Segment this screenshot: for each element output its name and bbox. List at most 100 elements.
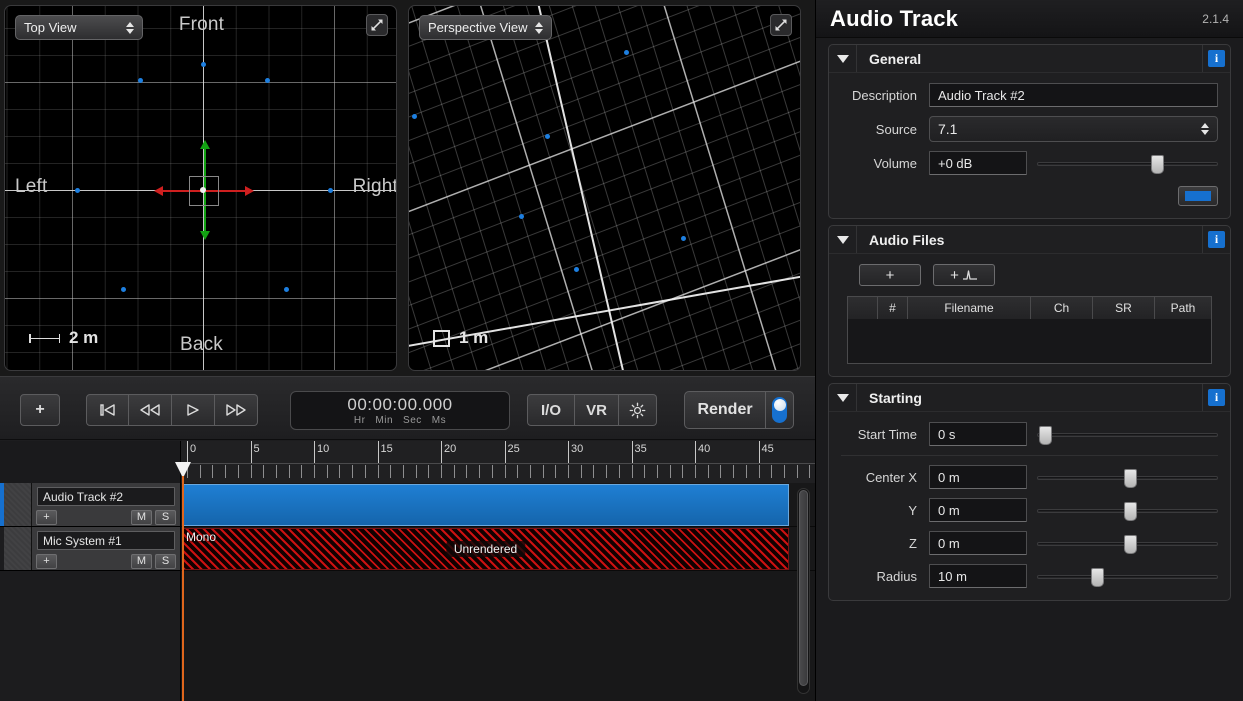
timeline-vertical-scrollbar[interactable] [797,488,810,694]
slider-knob[interactable] [1091,568,1105,587]
ruler-minor-tick [466,465,468,478]
slider-knob[interactable] [1038,426,1052,445]
viewport-top-view[interactable]: Front Back Left Right 2 m Top View [4,5,397,371]
ruler-minor-tick [580,465,582,478]
collapse-toggle-general[interactable] [829,45,857,72]
speaker-point[interactable] [264,77,270,83]
radius-input[interactable]: 10 m [929,564,1027,588]
timeline-ruler[interactable]: 0 5 10 15 20 25 30 35 40 45 [181,441,815,483]
speaker-point[interactable] [283,286,289,292]
volume-input[interactable]: +0 dB [929,151,1027,175]
center-x-input[interactable]: 0 m [929,465,1027,489]
add-track-button[interactable]: + [20,394,60,426]
render-toggle[interactable] [765,392,793,428]
collapse-toggle-audio-files[interactable] [829,226,857,253]
skip-to-start-button[interactable] [86,394,129,426]
top-view-maximize-button[interactable] [366,14,388,36]
radius-slider[interactable] [1037,564,1218,588]
collapse-toggle-starting[interactable] [829,384,857,411]
color-swatch-icon [1185,191,1211,201]
speaker-point[interactable] [120,286,126,292]
ruler-minor-tick [669,465,671,478]
section-general-header[interactable]: General i [829,45,1230,73]
add-audio-file-button[interactable]: + [859,264,921,286]
inspector-header: Audio Track 2.1.4 [816,0,1243,38]
vr-button[interactable]: VR [575,394,619,426]
info-button-general[interactable]: i [1202,45,1230,72]
slider-knob[interactable] [1151,155,1165,174]
center-z-input[interactable]: 0 m [929,531,1027,555]
track-color-strip[interactable] [4,483,32,526]
timeline-lane[interactable] [181,483,815,527]
speaker-point[interactable] [200,61,206,67]
center-y-input[interactable]: 0 m [929,498,1027,522]
track-solo-button[interactable]: S [155,553,176,569]
description-input[interactable]: Audio Track #2 [929,83,1218,107]
rewind-button[interactable] [129,394,172,426]
column-header-sr[interactable]: SR [1093,297,1155,319]
speaker-point[interactable] [412,114,417,119]
track-mute-button[interactable]: M [130,553,152,569]
top-view-canvas[interactable]: Front Back Left Right 2 m [5,6,396,370]
column-header-path[interactable]: Path [1155,297,1211,319]
add-generated-audio-button[interactable]: + [933,264,995,286]
track-add-button[interactable]: + [36,509,57,525]
speaker-point[interactable] [137,77,143,83]
viewport-perspective-view[interactable]: 1 m Perspective View [408,5,801,371]
io-button[interactable]: I/O [527,394,575,426]
center-x-slider[interactable] [1037,465,1218,489]
timecode-display[interactable]: 00:00:00.000 Hr Min Sec Ms [290,391,510,430]
speaker-point[interactable] [545,134,550,139]
audio-clip[interactable]: Mono Unrendered [182,528,789,570]
track-name-field[interactable]: Mic System #1 [37,531,175,550]
start-time-slider[interactable] [1037,422,1218,446]
column-header-blank[interactable] [848,297,878,319]
ruler-minor-tick [301,465,303,478]
center-y-slider[interactable] [1037,498,1218,522]
center-z-slider[interactable] [1037,531,1218,555]
column-header-index[interactable]: # [878,297,908,319]
source-select[interactable]: 7.1 [929,116,1218,142]
audio-files-table-body[interactable] [848,319,1211,363]
info-button-starting[interactable]: i [1202,384,1230,411]
center-y-label: Y [908,502,917,518]
speaker-point[interactable] [519,214,524,219]
perspective-view-selector[interactable]: Perspective View [419,15,553,40]
color-swatch-button[interactable] [1178,186,1218,206]
speaker-point[interactable] [74,187,80,193]
info-button-audio-files[interactable]: i [1202,226,1230,253]
top-view-selector[interactable]: Top View [15,15,143,40]
audio-clip[interactable] [182,484,789,526]
speaker-point[interactable] [681,236,686,241]
track-add-button[interactable]: + [36,553,57,569]
section-starting-header[interactable]: Starting i [829,384,1230,412]
slider-knob[interactable] [1123,469,1137,488]
fast-forward-button[interactable] [215,394,258,426]
track-header-row[interactable]: Mic System #1 + M S [0,527,180,571]
speaker-point[interactable] [574,267,579,272]
play-button[interactable] [172,394,215,426]
render-button[interactable]: Render [685,392,765,428]
column-header-ch[interactable]: Ch [1031,297,1093,319]
settings-button[interactable] [619,394,657,426]
timeline-lane[interactable]: Mono Unrendered [181,527,815,571]
volume-slider[interactable] [1037,151,1218,175]
track-solo-button[interactable]: S [155,509,176,525]
section-audio-files-header[interactable]: Audio Files i [829,226,1230,254]
start-time-input[interactable]: 0 s [929,422,1027,446]
fast-forward-icon [226,404,246,416]
slider-knob[interactable] [1123,502,1137,521]
perspective-view-canvas[interactable]: 1 m [409,6,800,370]
track-mute-button[interactable]: M [130,509,152,525]
speaker-point[interactable] [624,50,629,55]
track-color-strip[interactable] [4,527,32,570]
slider-knob[interactable] [1123,535,1137,554]
track-header-row[interactable]: Audio Track #2 + M S [0,483,180,527]
speaker-point[interactable] [327,187,333,193]
gizmo-origin-dot[interactable] [200,187,206,193]
column-header-filename[interactable]: Filename [908,297,1031,319]
track-name-field[interactable]: Audio Track #2 [37,487,175,506]
perspective-view-maximize-button[interactable] [770,14,792,36]
ruler-minor-tick [441,465,442,478]
timeline-lanes[interactable]: Mono Unrendered [181,483,815,701]
